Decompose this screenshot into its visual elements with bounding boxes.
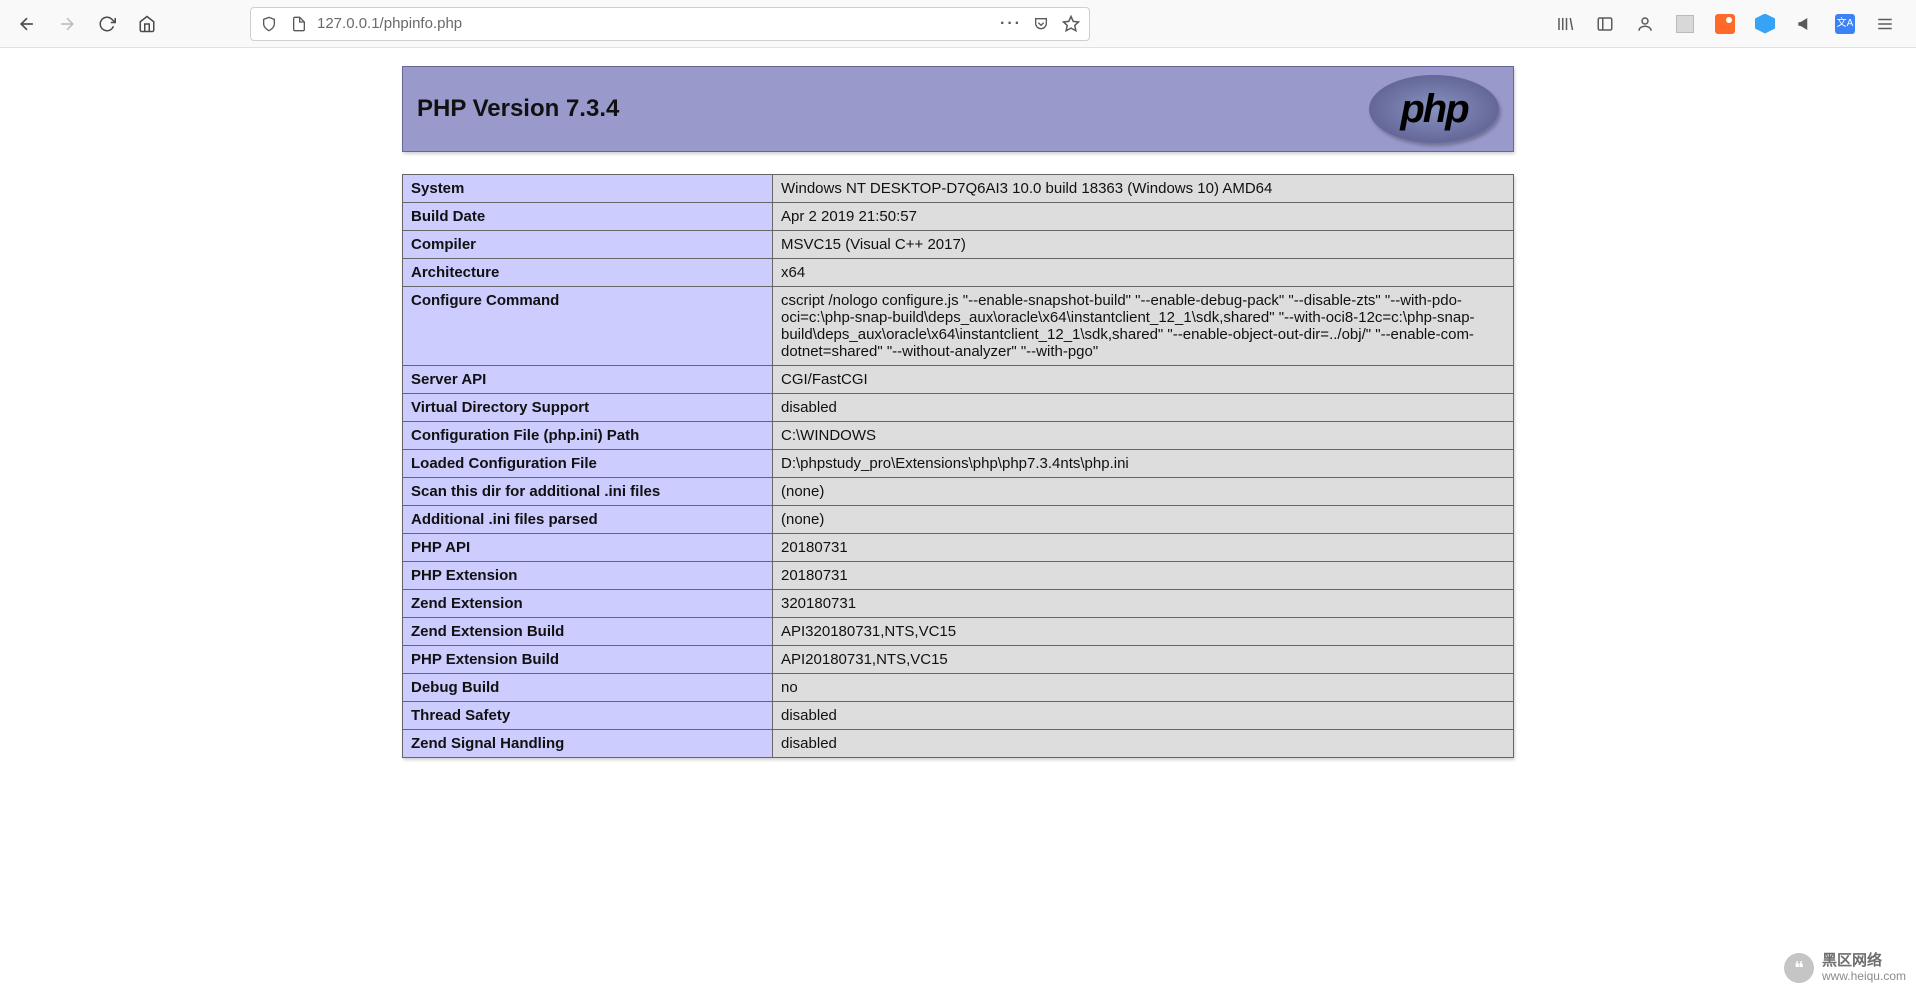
forward-button[interactable] [50, 7, 84, 41]
extension-generic-icon[interactable] [1672, 11, 1698, 37]
phpinfo-value: Windows NT DESKTOP-D7Q6AI3 10.0 build 18… [773, 175, 1514, 203]
phpinfo-key: Zend Signal Handling [403, 730, 773, 758]
table-row: Virtual Directory Supportdisabled [403, 394, 1514, 422]
watermark-url: www.heiqu.com [1822, 970, 1906, 983]
page-viewport[interactable]: PHP Version 7.3.4 php SystemWindows NT D… [0, 48, 1916, 989]
phpinfo-value: disabled [773, 702, 1514, 730]
table-row: Zend Signal Handlingdisabled [403, 730, 1514, 758]
watermark-name: 黑区网络 [1822, 953, 1906, 970]
table-row: Scan this dir for additional .ini files(… [403, 478, 1514, 506]
phpinfo-key: PHP API [403, 534, 773, 562]
url-bar[interactable]: ··· [250, 7, 1090, 41]
watermark-bubble-icon: ❝ [1784, 953, 1814, 983]
phpinfo-header: PHP Version 7.3.4 php [402, 66, 1514, 152]
phpinfo-key: Configure Command [403, 287, 773, 366]
table-row: PHP API20180731 [403, 534, 1514, 562]
phpinfo-title: PHP Version 7.3.4 [417, 95, 619, 123]
watermark: ❝ 黑区网络 www.heiqu.com [1784, 953, 1906, 983]
phpinfo-key: Server API [403, 366, 773, 394]
table-row: PHP Extension BuildAPI20180731,NTS,VC15 [403, 646, 1514, 674]
home-icon [138, 15, 156, 33]
phpinfo-value: 320180731 [773, 590, 1514, 618]
phpinfo-value: API20180731,NTS,VC15 [773, 646, 1514, 674]
toolbar-right-icons: 文A [1552, 11, 1906, 37]
table-row: Thread Safetydisabled [403, 702, 1514, 730]
phpinfo-value: disabled [773, 394, 1514, 422]
url-bar-container: ··· [250, 7, 1090, 41]
table-row: Server APICGI/FastCGI [403, 366, 1514, 394]
php-logo: php [1369, 75, 1499, 143]
phpinfo-key: System [403, 175, 773, 203]
phpinfo-page: PHP Version 7.3.4 php SystemWindows NT D… [402, 66, 1514, 989]
table-row: Build DateApr 2 2019 21:50:57 [403, 203, 1514, 231]
phpinfo-value: C:\WINDOWS [773, 422, 1514, 450]
table-row: Zend Extension BuildAPI320180731,NTS,VC1… [403, 618, 1514, 646]
extension-megaphone-icon[interactable] [1792, 11, 1818, 37]
browser-toolbar: ··· 文A [0, 0, 1916, 48]
table-row: Configure Commandcscript /nologo configu… [403, 287, 1514, 366]
table-row: Additional .ini files parsed(none) [403, 506, 1514, 534]
phpinfo-value: MSVC15 (Visual C++ 2017) [773, 231, 1514, 259]
table-row: SystemWindows NT DESKTOP-D7Q6AI3 10.0 bu… [403, 175, 1514, 203]
phpinfo-key: PHP Extension Build [403, 646, 773, 674]
phpinfo-value: Apr 2 2019 21:50:57 [773, 203, 1514, 231]
phpinfo-value: cscript /nologo configure.js "--enable-s… [773, 287, 1514, 366]
table-row: PHP Extension20180731 [403, 562, 1514, 590]
phpinfo-key: Additional .ini files parsed [403, 506, 773, 534]
page-actions-icon[interactable]: ··· [999, 12, 1023, 36]
extension-orange-icon[interactable] [1712, 11, 1738, 37]
arrow-left-icon [17, 14, 37, 34]
phpinfo-value: disabled [773, 730, 1514, 758]
phpinfo-key: Virtual Directory Support [403, 394, 773, 422]
phpinfo-value: no [773, 674, 1514, 702]
phpinfo-value: API320180731,NTS,VC15 [773, 618, 1514, 646]
php-logo-text: php [1400, 87, 1467, 132]
phpinfo-key: Zend Extension [403, 590, 773, 618]
phpinfo-key: Scan this dir for additional .ini files [403, 478, 773, 506]
back-button[interactable] [10, 7, 44, 41]
table-row: CompilerMSVC15 (Visual C++ 2017) [403, 231, 1514, 259]
phpinfo-key: Compiler [403, 231, 773, 259]
phpinfo-key: Loaded Configuration File [403, 450, 773, 478]
reload-button[interactable] [90, 7, 124, 41]
phpinfo-key: Configuration File (php.ini) Path [403, 422, 773, 450]
pocket-icon[interactable] [1029, 12, 1053, 36]
phpinfo-key: Zend Extension Build [403, 618, 773, 646]
bookmark-star-icon[interactable] [1059, 12, 1083, 36]
menu-icon[interactable] [1872, 11, 1898, 37]
table-row: Configuration File (php.ini) PathC:\WIND… [403, 422, 1514, 450]
home-button[interactable] [130, 7, 164, 41]
reload-icon [98, 15, 116, 33]
phpinfo-table: SystemWindows NT DESKTOP-D7Q6AI3 10.0 bu… [402, 174, 1514, 758]
phpinfo-key: Debug Build [403, 674, 773, 702]
extension-translate-icon[interactable]: 文A [1832, 11, 1858, 37]
phpinfo-value: (none) [773, 478, 1514, 506]
phpinfo-key: PHP Extension [403, 562, 773, 590]
phpinfo-value: 20180731 [773, 562, 1514, 590]
extension-hexagon-icon[interactable] [1752, 11, 1778, 37]
phpinfo-value: (none) [773, 506, 1514, 534]
sidebar-icon[interactable] [1592, 11, 1618, 37]
phpinfo-key: Thread Safety [403, 702, 773, 730]
arrow-right-icon [57, 14, 77, 34]
table-row: Zend Extension320180731 [403, 590, 1514, 618]
phpinfo-value: CGI/FastCGI [773, 366, 1514, 394]
phpinfo-key: Architecture [403, 259, 773, 287]
url-input[interactable] [317, 15, 993, 32]
table-row: Architecturex64 [403, 259, 1514, 287]
phpinfo-value: D:\phpstudy_pro\Extensions\php\php7.3.4n… [773, 450, 1514, 478]
phpinfo-value: x64 [773, 259, 1514, 287]
site-info-icon[interactable] [287, 12, 311, 36]
phpinfo-key: Build Date [403, 203, 773, 231]
account-icon[interactable] [1632, 11, 1658, 37]
tracking-protection-icon[interactable] [257, 12, 281, 36]
library-icon[interactable] [1552, 11, 1578, 37]
phpinfo-value: 20180731 [773, 534, 1514, 562]
table-row: Loaded Configuration FileD:\phpstudy_pro… [403, 450, 1514, 478]
table-row: Debug Buildno [403, 674, 1514, 702]
